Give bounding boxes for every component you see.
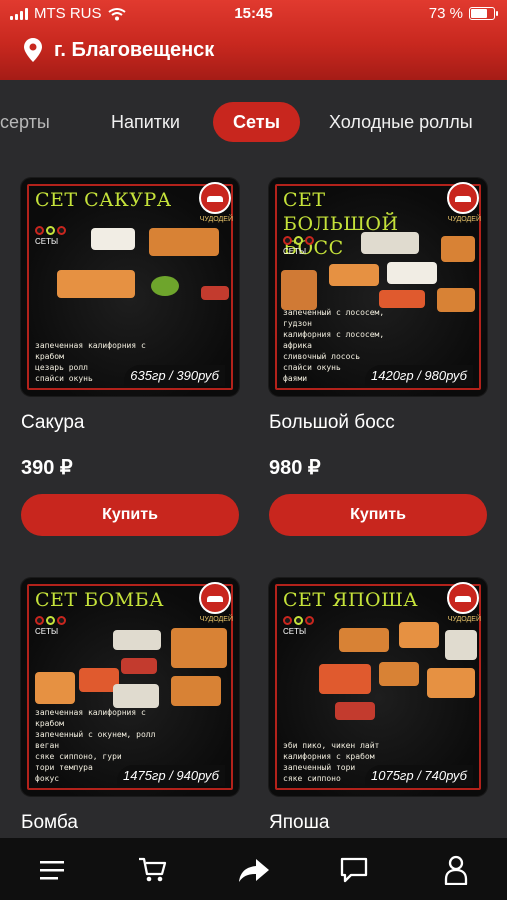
brand-logo-icon [199, 582, 231, 614]
sets-label: СЕТЫ [283, 627, 307, 636]
image-title: СЕТ САКУРА [35, 189, 172, 211]
cart-icon[interactable] [136, 854, 168, 886]
product-price: 390 ₽ [21, 457, 73, 479]
product-image[interactable]: СЕТ БОМБА ЧУДОДЕЙ СЕТЫ запеченная калифо… [21, 578, 239, 796]
location-selector[interactable]: г. Благовещенск [24, 38, 214, 62]
image-title: СЕТ БОМБА [35, 589, 164, 611]
sets-badge: СЕТЫ [283, 616, 314, 636]
logo-caption: ЧУДОДЕЙ [199, 616, 233, 623]
buy-button[interactable]: Купить [21, 494, 239, 536]
battery-icon [469, 7, 498, 20]
status-bar: MTS RUS 15:45 73 % [0, 0, 507, 28]
product-name[interactable]: Большой босс [269, 412, 395, 434]
tab-sets[interactable]: Сеты [213, 102, 300, 142]
category-tabs: серты Напитки Сеты Холодные роллы [0, 80, 507, 166]
share-icon[interactable] [238, 854, 270, 886]
battery-percent: 73 % [428, 5, 463, 22]
chat-icon[interactable] [338, 854, 370, 886]
product-name[interactable]: Япоша [269, 812, 329, 834]
brand-logo-icon [199, 182, 231, 214]
product-image[interactable]: СЕТ САКУРА ЧУДОДЕЙ СЕТЫ запеченная калиф… [21, 178, 239, 396]
sets-badge: СЕТЫ [35, 616, 66, 636]
sets-label: СЕТЫ [283, 247, 307, 256]
location-pin-icon [24, 38, 42, 62]
product-name[interactable]: Сакура [21, 412, 84, 434]
header: MTS RUS 15:45 73 % г. Благовещенск [0, 0, 507, 80]
product-name[interactable]: Бомба [21, 812, 78, 834]
image-weight-price: 1075гр / 740руб [365, 765, 473, 786]
image-title: СЕТ ЯПОША [283, 589, 419, 611]
sets-label: СЕТЫ [35, 627, 59, 636]
bottom-nav [0, 838, 507, 900]
app-screen: MTS RUS 15:45 73 % г. Благовещенск серты… [0, 0, 507, 900]
tab-cold-rolls[interactable]: Холодные роллы [329, 102, 473, 142]
tab-drinks[interactable]: Напитки [111, 102, 180, 142]
menu-icon[interactable] [36, 854, 68, 886]
brand-logo-icon [447, 182, 479, 214]
image-weight-price: 1475гр / 940руб [117, 765, 225, 786]
profile-icon[interactable] [440, 854, 472, 886]
sets-badge: СЕТЫ [283, 236, 314, 256]
buy-button[interactable]: Купить [269, 494, 487, 536]
logo-caption: ЧУДОДЕЙ [447, 216, 481, 223]
logo-caption: ЧУДОДЕЙ [199, 216, 233, 223]
sets-label: СЕТЫ [35, 237, 59, 246]
product-image[interactable]: СЕТ ЯПОША ЧУДОДЕЙ СЕТЫ эби пико, чикен л… [269, 578, 487, 796]
location-label: г. Благовещенск [54, 38, 215, 61]
image-weight-price: 1420гр / 980руб [365, 365, 473, 386]
brand-logo-icon [447, 582, 479, 614]
sets-badge: СЕТЫ [35, 226, 66, 246]
image-weight-price: 635гр / 390руб [124, 365, 225, 386]
logo-caption: ЧУДОДЕЙ [447, 616, 481, 623]
product-price: 980 ₽ [269, 457, 321, 479]
tab-desserts[interactable]: серты [0, 102, 50, 142]
status-right: 73 % [428, 5, 498, 22]
product-image[interactable]: СЕТ БОЛЬШОЙ БОСС ЧУДОДЕЙ СЕТЫ запеченный… [269, 178, 487, 396]
